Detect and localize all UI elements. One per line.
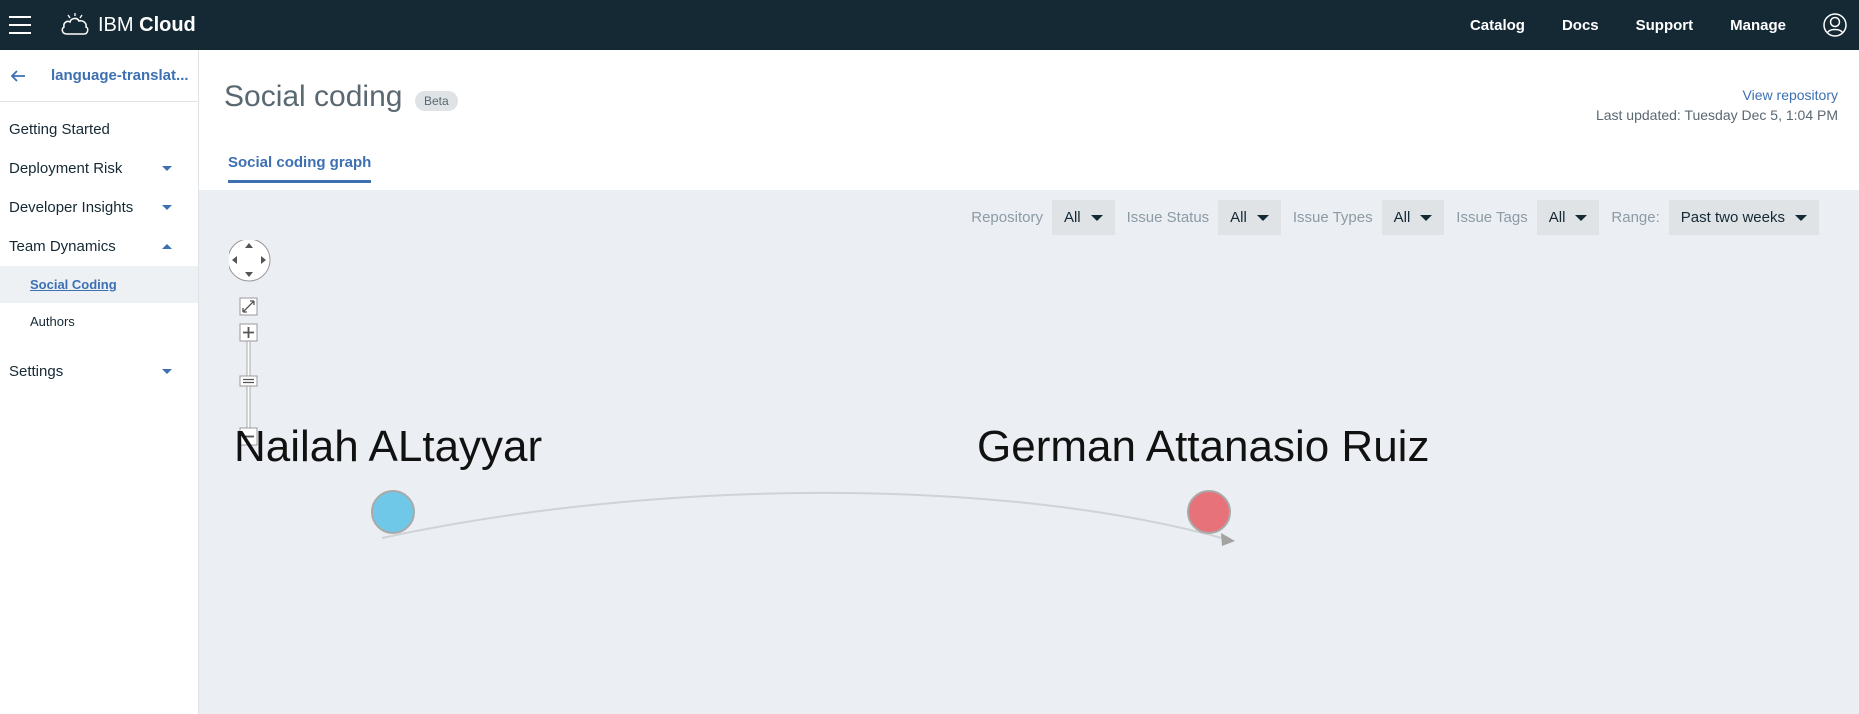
sidebar-item-settings[interactable]: Settings <box>0 352 198 391</box>
chevron-down-icon <box>162 369 172 374</box>
sidebar-subitem-social-coding[interactable]: Social Coding <box>0 266 198 303</box>
sidebar-item-label: Developer Insights <box>9 199 134 216</box>
nav-manage[interactable]: Manage <box>1730 17 1786 34</box>
sidebar-item-developer-insights[interactable]: Developer Insights <box>0 188 198 227</box>
top-nav-links: Catalog Docs Support Manage <box>1470 0 1859 50</box>
avatar-icon[interactable] <box>1823 13 1847 37</box>
brand-cloud: Cloud <box>139 13 196 36</box>
sidebar-item-label: Settings <box>9 363 64 380</box>
last-updated-text: Last updated: Tuesday Dec 5, 1:04 PM <box>1595 107 1838 123</box>
top-navigation-bar: IBM Cloud Catalog Docs Support Manage <box>0 0 1859 50</box>
ibm-cloud-logo[interactable]: IBM Cloud <box>60 10 196 40</box>
sidebar-item-team-dynamics[interactable]: Team Dynamics <box>0 227 198 266</box>
edge-arrow-icon <box>1221 533 1235 546</box>
page-title: Social coding <box>224 80 403 113</box>
tab-social-coding-graph[interactable]: Social coding graph <box>228 154 372 183</box>
social-coding-graph[interactable]: Repository All Issue Status All Issue Ty… <box>199 190 1859 714</box>
node-german-attanasio-ruiz[interactable] <box>1187 490 1231 534</box>
sidebar-subitem-authors[interactable]: Authors <box>0 303 198 340</box>
sidebar-item-label: Team Dynamics <box>9 238 116 255</box>
view-repository-link[interactable]: View repository <box>1743 87 1838 103</box>
nav-catalog[interactable]: Catalog <box>1470 17 1525 34</box>
chevron-down-icon <box>162 166 172 171</box>
cloud-icon <box>61 13 89 35</box>
sidebar-item-label: Deployment Risk <box>9 160 123 177</box>
brand-ibm: IBM <box>98 13 140 36</box>
back-arrow-icon[interactable] <box>9 67 27 85</box>
chevron-down-icon <box>162 205 172 210</box>
sidebar: language-translat... Getting Started Dep… <box>0 50 199 714</box>
sidebar-item-label: Getting Started <box>9 121 110 138</box>
nav-docs[interactable]: Docs <box>1562 17 1599 34</box>
sidebar-app-header: language-translat... <box>0 50 198 102</box>
node-nailah-altayyar[interactable] <box>371 490 415 534</box>
main-content: Social coding Beta View repository Last … <box>199 50 1859 714</box>
brand-name: IBM Cloud <box>98 14 196 37</box>
sidebar-item-deployment-risk[interactable]: Deployment Risk <box>0 149 198 188</box>
chevron-up-icon <box>162 244 172 249</box>
nav-support[interactable]: Support <box>1636 17 1694 34</box>
hamburger-icon[interactable] <box>9 16 31 34</box>
beta-badge: Beta <box>415 91 458 111</box>
node-label-nailah: Nailah ALtayyar <box>234 422 543 471</box>
app-name-link[interactable]: language-translat... <box>51 67 191 84</box>
node-label-german: German Attanasio Ruiz <box>977 422 1430 471</box>
sidebar-item-getting-started[interactable]: Getting Started <box>0 110 198 149</box>
